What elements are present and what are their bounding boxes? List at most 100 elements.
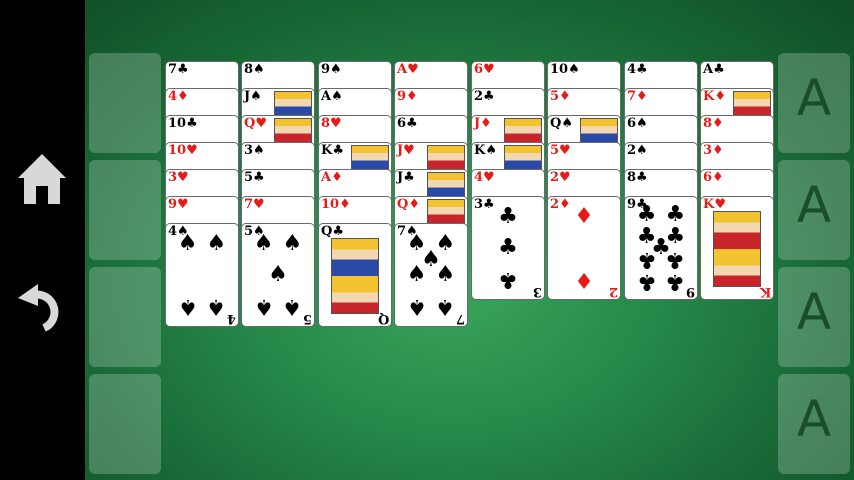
home-button[interactable] (14, 150, 70, 210)
playing-card[interactable]: 2♦ ♦ ♦ 2 (548, 197, 620, 299)
card-pip-icon: ♠ (406, 293, 427, 319)
freecell-slot[interactable] (89, 374, 161, 474)
card-pip-icon: ♣ (498, 266, 518, 292)
card-suit-icon: ♠ (568, 62, 580, 77)
card-suit-icon: ♥ (186, 143, 198, 158)
card-corner-index: A♠ (321, 90, 343, 103)
card-suit-icon: ♥ (559, 170, 571, 185)
card-pip-icon: ♠ (435, 293, 456, 319)
foundation-ace-label: A (796, 69, 832, 127)
card-rank: 7 (168, 62, 178, 77)
card-pip-icon: ♦ (574, 204, 594, 230)
card-pip-icon: ♠ (177, 231, 198, 257)
card-rank: 8 (703, 116, 713, 131)
card-suit-icon: ♦ (712, 116, 724, 131)
card-pip-icon: ♦ (574, 266, 594, 292)
foundation-ace-label: A (796, 390, 832, 448)
card-corner-index: 7♣ (168, 63, 189, 76)
sidebar (0, 0, 85, 480)
court-figure-icon (504, 145, 542, 170)
freecell-slot[interactable] (89, 267, 161, 367)
undo-icon (18, 284, 59, 332)
card-corner-index: J♥ (397, 144, 415, 157)
card-rank: 2 (627, 143, 637, 158)
card-rank: 3 (703, 143, 713, 158)
card-rank: 10 (168, 143, 187, 158)
card-suit-icon: ♦ (712, 170, 724, 185)
card-corner-index: Q♠ (550, 117, 573, 130)
card-suit-icon: ♣ (636, 62, 648, 77)
card-corner-index: 10♥ (168, 144, 198, 157)
card-rank: 5 (550, 143, 560, 158)
card-corner-index: 3♠ (244, 144, 265, 157)
card-corner-index-bottom: 5 (302, 311, 312, 326)
card-corner-index: A♦ (321, 171, 343, 184)
card-rank: 2 (474, 89, 484, 104)
card-pip-icon: ♣ (498, 235, 518, 260)
freecell-slot[interactable] (89, 160, 161, 260)
card-rank: 9 (397, 89, 407, 104)
card-rank: 3 (168, 170, 178, 185)
card-corner-index: 5♥ (550, 144, 571, 157)
court-figure-icon (580, 118, 618, 143)
card-suit-icon: ♦ (406, 89, 418, 104)
card-pip-icon: ♣ (636, 247, 657, 273)
card-suit-icon: ♠ (636, 116, 648, 131)
card-rank: 10 (550, 62, 569, 77)
card-rank: K (474, 143, 486, 158)
court-figure-icon (427, 199, 465, 224)
card-corner-index: 4♦ (168, 90, 189, 103)
card-suit-icon: ♥ (403, 143, 415, 158)
card-corner-index: 10♠ (550, 63, 580, 76)
card-rank: 9 (321, 62, 331, 77)
playing-card[interactable]: K♥ K (701, 197, 773, 299)
undo-button[interactable] (14, 276, 70, 336)
court-figure-icon (427, 172, 465, 197)
playing-card[interactable]: 3♣ ♣ ♣ ♣ 3 (472, 197, 544, 299)
card-suit-icon: ♥ (559, 143, 571, 158)
card-suit-icon: ♥ (255, 116, 267, 131)
card-rank: 2 (550, 170, 560, 185)
card-suit-icon: ♦ (559, 89, 571, 104)
card-corner-index: 3♥ (168, 171, 189, 184)
card-corner-index-bottom: 9 (685, 284, 695, 299)
freecell-slot[interactable] (89, 53, 161, 153)
card-corner-index-bottom: K (759, 284, 771, 299)
foundation-slot[interactable]: A (778, 374, 850, 474)
foundation-slot[interactable]: A (778, 53, 850, 153)
playing-card[interactable]: 9♣ ♣ ♣ ♣ ♣ ♣ ♣ ♣ ♣ ♣ 9 (625, 197, 697, 299)
card-pip-icon: ♠ (268, 262, 288, 287)
card-suit-icon: ♦ (408, 197, 420, 212)
card-corner-index: J♦ (474, 117, 492, 130)
card-suit-icon: ♦ (331, 170, 343, 185)
foundation-slot[interactable]: A (778, 267, 850, 367)
card-rank: 10 (321, 197, 340, 212)
card-suit-icon: ♥ (253, 197, 265, 212)
card-corner-index: K♣ (321, 144, 344, 157)
card-rank: 8 (627, 170, 637, 185)
card-corner-index: 4♥ (474, 171, 495, 184)
card-pip-icon: ♠ (253, 293, 274, 319)
card-pip-icon: ♠ (206, 231, 227, 257)
card-suit-icon: ♥ (177, 170, 189, 185)
foundation-slot[interactable]: A (778, 160, 850, 260)
playing-card[interactable]: Q♣ Q (319, 224, 391, 326)
card-rank: 5 (550, 89, 560, 104)
card-corner-index: 10♣ (168, 117, 198, 130)
card-rank: 8 (244, 62, 254, 77)
card-pip-icon: ♣ (636, 268, 657, 294)
card-corner-index: 6♠ (627, 117, 648, 130)
card-suit-icon: ♣ (713, 62, 725, 77)
playing-card[interactable]: 7♠ ♠ ♠ ♠ ♠ ♠ ♠ ♠ 7 (395, 224, 467, 326)
playing-card[interactable]: 5♠ ♠ ♠ ♠ ♠ ♠ 5 (242, 224, 314, 326)
card-suit-icon: ♥ (330, 116, 342, 131)
card-corner-index: 3♦ (703, 144, 724, 157)
card-suit-icon: ♦ (480, 116, 492, 131)
card-rank: 7 (244, 197, 254, 212)
card-rank: Q (550, 116, 562, 131)
foundation-ace-label: A (796, 176, 832, 234)
card-corner-index: 9♦ (397, 90, 418, 103)
card-suit-icon: ♦ (339, 197, 351, 212)
playing-card[interactable]: 4♠ ♠ ♠ ♠ ♠ 4 (166, 224, 238, 326)
card-pip-icon: ♠ (282, 293, 303, 319)
